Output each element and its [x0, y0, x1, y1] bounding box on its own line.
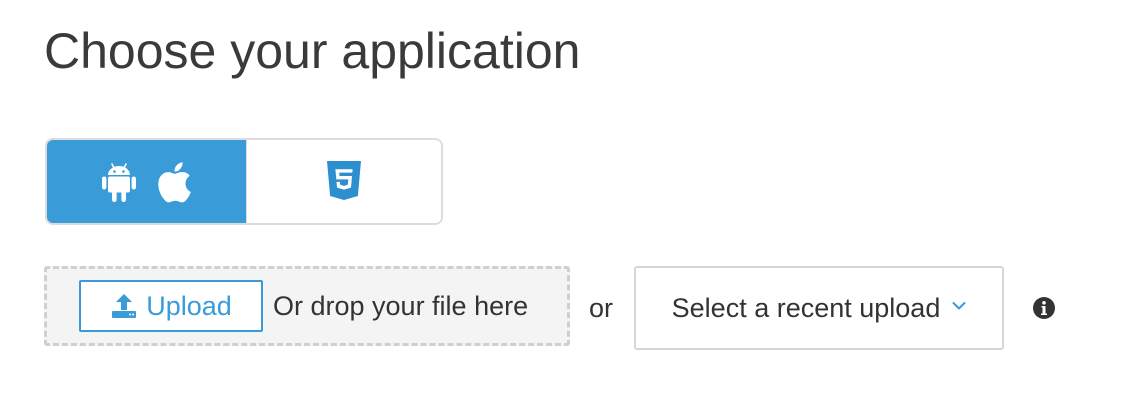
chevron-down-icon — [952, 301, 966, 311]
drop-hint: Or drop your file here — [273, 291, 529, 321]
recent-upload-select[interactable]: Select a recent upload — [634, 266, 1004, 350]
file-dropzone[interactable]: Upload Or drop your file here — [44, 266, 570, 346]
or-separator: or — [589, 293, 614, 323]
html5-icon — [325, 160, 363, 204]
platform-option-native[interactable] — [47, 140, 246, 223]
upload-icon — [110, 293, 138, 319]
platform-option-html5[interactable] — [246, 140, 441, 223]
platform-toggle — [45, 138, 443, 225]
recent-upload-label: Select a recent upload — [671, 292, 941, 323]
apple-icon — [156, 160, 192, 204]
page-title: Choose your application — [44, 23, 581, 79]
android-icon — [101, 161, 136, 203]
upload-button-label: Upload — [146, 290, 232, 321]
page: Choose your application Upload Or drop y… — [0, 0, 1140, 400]
upload-button[interactable]: Upload — [79, 280, 263, 332]
info-icon[interactable] — [1032, 296, 1056, 320]
